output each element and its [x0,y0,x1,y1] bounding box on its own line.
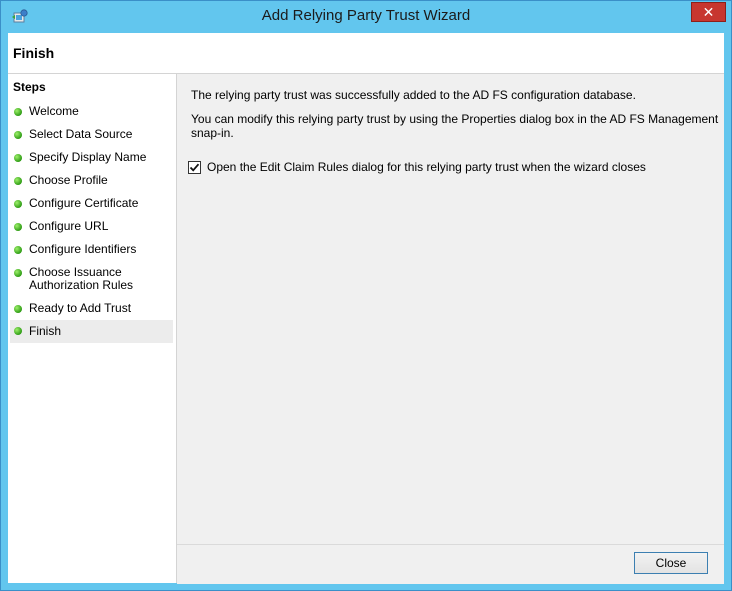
success-message: The relying party trust was successfully… [191,88,636,102]
step-label: Configure Identifiers [29,242,137,256]
step-complete-icon [14,305,22,313]
step-choose-profile[interactable]: Choose Profile [10,172,173,189]
step-choose-issuance-authorization-rules[interactable]: Choose Issuance Authorization Rules [10,264,173,294]
window-title: Add Relying Party Trust Wizard [261,7,471,24]
step-complete-icon [14,200,22,208]
step-complete-icon [14,246,22,254]
close-icon: ✕ [702,3,715,20]
title-bar[interactable]: Add Relying Party Trust Wizard ✕ [1,1,731,33]
edit-claim-rules-label[interactable]: Open the Edit Claim Rules dialog for thi… [207,160,646,174]
steps-heading: Steps [13,80,46,94]
step-label: Specify Display Name [29,150,147,164]
step-label: Finish [29,324,62,338]
edit-claim-rules-option[interactable]: Open the Edit Claim Rules dialog for thi… [188,160,646,174]
wizard-window: Add Relying Party Trust Wizard ✕ Finish … [0,0,732,591]
step-complete-icon [14,131,22,139]
step-complete-icon [14,269,22,277]
page-title: Finish [13,45,55,61]
step-label: Select Data Source [29,127,133,141]
step-specify-display-name[interactable]: Specify Display Name [10,149,173,166]
step-configure-identifiers[interactable]: Configure Identifiers [10,241,173,258]
main-content: The relying party trust was successfully… [177,74,724,544]
step-label: Configure URL [29,219,109,233]
steps-sidebar: Steps Welcome Select Data Source Specify… [8,74,177,583]
wizard-client-area: Finish Steps Welcome Select Data Source … [8,33,724,584]
button-bar: Close [177,544,724,584]
step-configure-certificate[interactable]: Configure Certificate [10,195,173,212]
step-select-data-source[interactable]: Select Data Source [10,126,173,143]
step-label: Welcome [29,104,79,118]
step-complete-icon [14,108,22,116]
step-label: Configure Certificate [29,196,139,210]
step-configure-url[interactable]: Configure URL [10,218,173,235]
modify-hint-message: You can modify this relying party trust … [191,112,719,140]
step-ready-to-add-trust[interactable]: Ready to Add Trust [10,300,173,317]
page-header: Finish [8,33,724,74]
step-welcome[interactable]: Welcome [10,103,173,120]
close-button[interactable]: Close [634,552,708,574]
window-close-button[interactable]: ✕ [691,2,726,22]
step-finish[interactable]: Finish [10,320,173,343]
step-complete-icon [14,327,22,335]
step-complete-icon [14,154,22,162]
step-label: Choose Issuance Authorization Rules [29,265,134,292]
edit-claim-rules-checkbox[interactable] [188,160,201,174]
step-complete-icon [14,177,22,185]
step-label: Choose Profile [29,173,108,187]
step-label: Ready to Add Trust [29,301,132,315]
checkmark-icon [189,163,200,172]
step-complete-icon [14,223,22,231]
